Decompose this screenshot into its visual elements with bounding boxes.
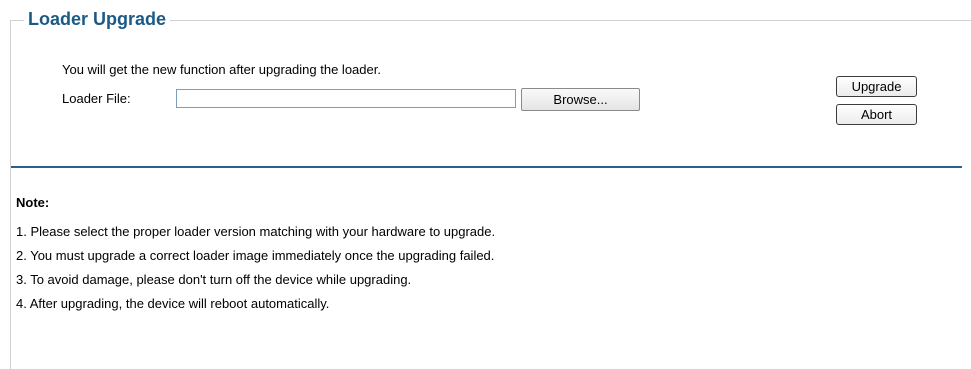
section-divider bbox=[11, 166, 962, 168]
note-item: 1. Please select the proper loader versi… bbox=[16, 224, 496, 239]
fieldset-border-left bbox=[10, 20, 11, 369]
section-title: Loader Upgrade bbox=[24, 8, 171, 30]
note-list: 1. Please select the proper loader versi… bbox=[16, 224, 495, 320]
intro-text: You will get the new function after upgr… bbox=[62, 62, 381, 77]
upgrade-button[interactable]: Upgrade bbox=[836, 76, 917, 97]
note-item: 4. After upgrading, the device will rebo… bbox=[16, 296, 330, 311]
note-title: Note: bbox=[16, 195, 50, 210]
note-item: 2. You must upgrade a correct loader ima… bbox=[16, 248, 495, 263]
note-item: 3. To avoid damage, please don't turn of… bbox=[16, 272, 412, 287]
loader-file-input[interactable] bbox=[176, 89, 516, 108]
abort-button[interactable]: Abort bbox=[836, 104, 917, 125]
loader-file-label: Loader File: bbox=[62, 91, 131, 106]
browse-button[interactable]: Browse... bbox=[521, 88, 640, 111]
